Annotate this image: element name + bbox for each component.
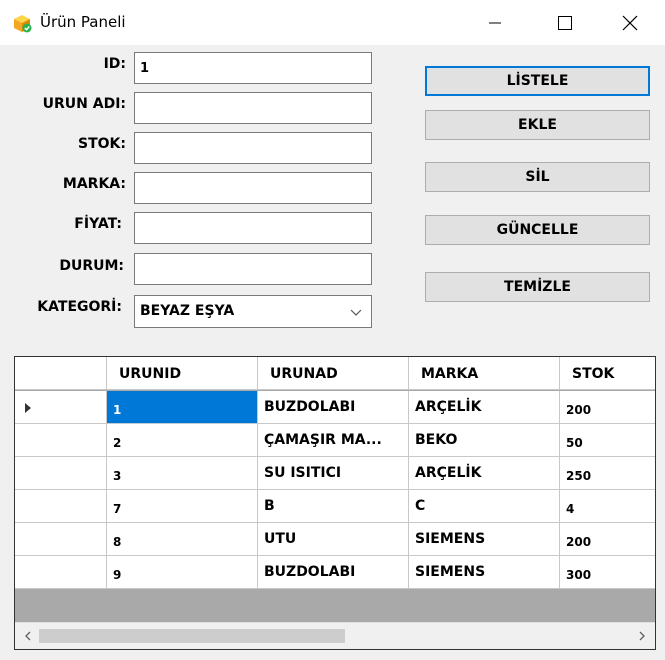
box-check-icon	[14, 15, 32, 33]
cell-marka[interactable]: ARÇELİK	[409, 391, 560, 424]
fiyat-input[interactable]	[134, 212, 372, 244]
minimize-button[interactable]	[460, 0, 530, 45]
row-header[interactable]	[15, 424, 107, 457]
cell-stok[interactable]: 50	[560, 424, 655, 457]
cell-marka[interactable]: C	[409, 490, 560, 523]
cell-urunid[interactable]: 3	[107, 457, 258, 490]
row-header[interactable]	[15, 391, 107, 424]
column-header-marka[interactable]: MARKA	[409, 357, 560, 390]
title-bar: Ürün Paneli	[0, 0, 665, 45]
marka-input[interactable]	[134, 172, 372, 204]
maximize-icon	[558, 15, 572, 30]
cell-urunad[interactable]: B	[258, 490, 409, 523]
cell-urunid[interactable]: 8	[107, 523, 258, 556]
guncelle-button[interactable]: GÜNCELLE	[425, 215, 650, 245]
cell-urunid[interactable]: 9	[107, 556, 258, 589]
kategori-select[interactable]: BEYAZ EŞYA	[134, 295, 372, 328]
cell-urunad[interactable]: SU ISITICI	[258, 457, 409, 490]
products-grid[interactable]: URUNID URUNAD MARKA STOK 1 BUZDOLABI ARÇ…	[14, 356, 656, 650]
durum-input[interactable]	[134, 253, 372, 285]
column-header-stok[interactable]: STOK	[560, 357, 655, 390]
scroll-right-icon[interactable]	[635, 629, 649, 643]
listele-button[interactable]: LİSTELE	[425, 66, 650, 96]
row-header[interactable]	[15, 457, 107, 490]
cell-stok[interactable]: 300	[560, 556, 655, 589]
row-header[interactable]	[15, 556, 107, 589]
window-title: Ürün Paneli	[40, 13, 126, 31]
maximize-button[interactable]	[530, 0, 600, 45]
stok-input[interactable]	[134, 132, 372, 164]
cell-marka[interactable]: SIEMENS	[409, 523, 560, 556]
scrollbar-thumb[interactable]	[39, 629, 345, 643]
cell-stok[interactable]: 200	[560, 523, 655, 556]
cell-urunid[interactable]: 2	[107, 424, 258, 457]
chevron-down-icon	[350, 309, 362, 316]
temizle-button[interactable]: TEMİZLE	[425, 272, 650, 302]
minimize-icon	[489, 22, 501, 23]
cell-urunad[interactable]: ÇAMAŞIR MA...	[258, 424, 409, 457]
id-label: ID:	[103, 56, 126, 72]
cell-stok[interactable]: 250	[560, 457, 655, 490]
cell-stok[interactable]: 4	[560, 490, 655, 523]
close-button[interactable]	[595, 0, 665, 45]
horizontal-scrollbar[interactable]	[15, 622, 655, 649]
marka-label: MARKA:	[62, 176, 126, 192]
cell-marka[interactable]: BEKO	[409, 424, 560, 457]
urun-adi-input[interactable]	[134, 92, 372, 124]
cell-urunad[interactable]: BUZDOLABI	[258, 391, 409, 424]
grid-corner-header[interactable]	[15, 357, 107, 390]
cell-urunid[interactable]: 1	[107, 391, 258, 424]
kategori-selected-value: BEYAZ EŞYA	[140, 303, 235, 319]
kategori-label: KATEGORİ:	[37, 299, 122, 315]
cell-urunid[interactable]: 7	[107, 490, 258, 523]
stok-label: STOK:	[78, 136, 126, 152]
cell-stok[interactable]: 200	[560, 391, 655, 424]
column-header-urunid[interactable]: URUNID	[107, 357, 258, 390]
ekle-button[interactable]: EKLE	[425, 110, 650, 140]
cell-urunad[interactable]: UTU	[258, 523, 409, 556]
cell-marka[interactable]: SIEMENS	[409, 556, 560, 589]
durum-label: DURUM:	[59, 258, 124, 274]
sil-button[interactable]: SİL	[425, 162, 650, 192]
current-row-arrow-icon	[25, 403, 31, 413]
row-header[interactable]	[15, 523, 107, 556]
urun-adi-label: URUN ADI:	[42, 96, 126, 112]
cell-urunad[interactable]: BUZDOLABI	[258, 556, 409, 589]
row-header[interactable]	[15, 490, 107, 523]
scroll-left-icon[interactable]	[21, 629, 35, 643]
cell-marka[interactable]: ARÇELİK	[409, 457, 560, 490]
close-icon	[622, 15, 638, 30]
id-input[interactable]: 1	[134, 52, 372, 84]
column-header-urunad[interactable]: URUNAD	[258, 357, 409, 390]
fiyat-label: FİYAT:	[74, 216, 122, 232]
